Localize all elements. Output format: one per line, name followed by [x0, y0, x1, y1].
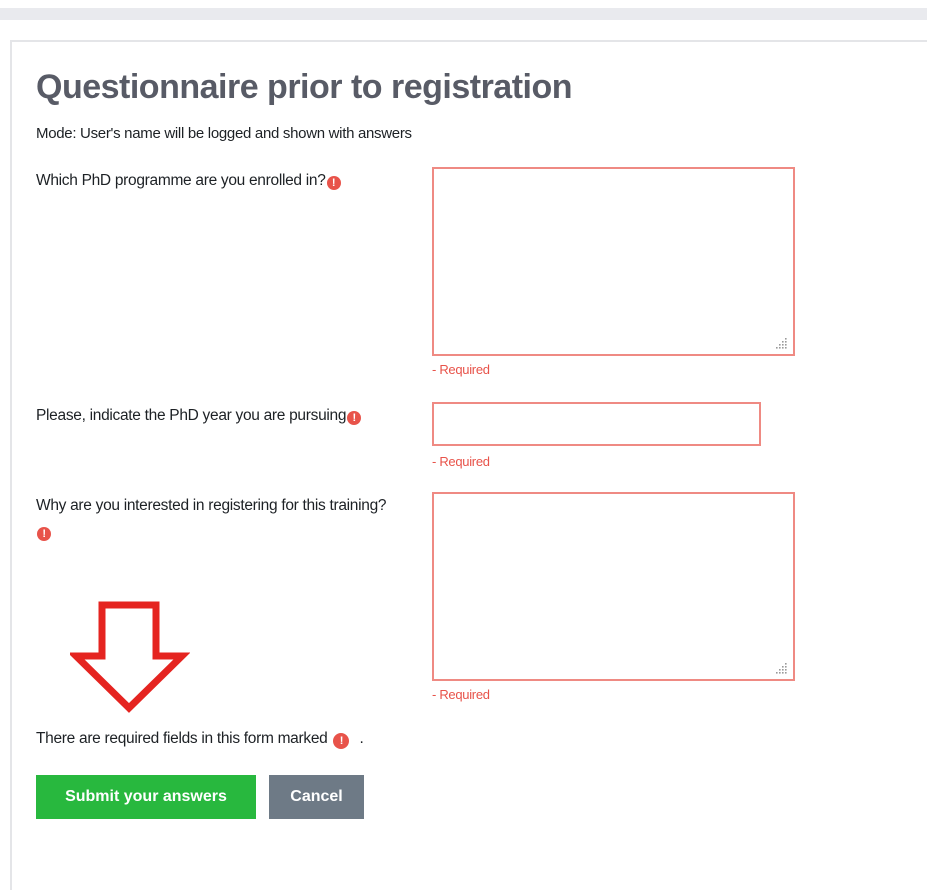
required-note-3: - Required — [432, 687, 490, 702]
required-icon: ! — [333, 733, 350, 749]
resize-grip-icon[interactable] — [774, 336, 788, 350]
required-fields-note: There are required fields in this form m… — [36, 730, 364, 749]
required-fields-note-text: There are required fields in this form m… — [36, 730, 328, 747]
question-3-label: Why are you interested in registering fo… — [36, 493, 396, 545]
phd-year-input[interactable] — [432, 402, 761, 446]
interest-reason-textarea[interactable] — [432, 492, 795, 681]
question-1-label: Which PhD programme are you enrolled in?… — [36, 168, 416, 194]
required-note-1: - Required — [432, 362, 490, 377]
mode-text: Mode: User's name will be logged and sho… — [36, 125, 412, 142]
question-1-text: Which PhD programme are you enrolled in? — [36, 172, 326, 189]
top-bar — [0, 8, 927, 20]
page-title: Questionnaire prior to registration — [36, 68, 573, 106]
cancel-button[interactable]: Cancel — [269, 775, 364, 819]
question-2-text: Please, indicate the PhD year you are pu… — [36, 407, 347, 424]
resize-grip-icon[interactable] — [774, 661, 788, 675]
required-icon: ! — [347, 411, 362, 425]
question-2-label: Please, indicate the PhD year you are pu… — [36, 403, 426, 429]
required-note-2: - Required — [432, 454, 490, 469]
required-icon: ! — [326, 176, 341, 190]
submit-button[interactable]: Submit your answers — [36, 775, 256, 819]
question-3-text: Why are you interested in registering fo… — [36, 497, 387, 514]
arrow-down-icon — [70, 601, 190, 713]
required-fields-note-period: . — [359, 730, 364, 747]
required-icon: ! — [37, 527, 51, 541]
phd-programme-textarea[interactable] — [432, 167, 795, 356]
